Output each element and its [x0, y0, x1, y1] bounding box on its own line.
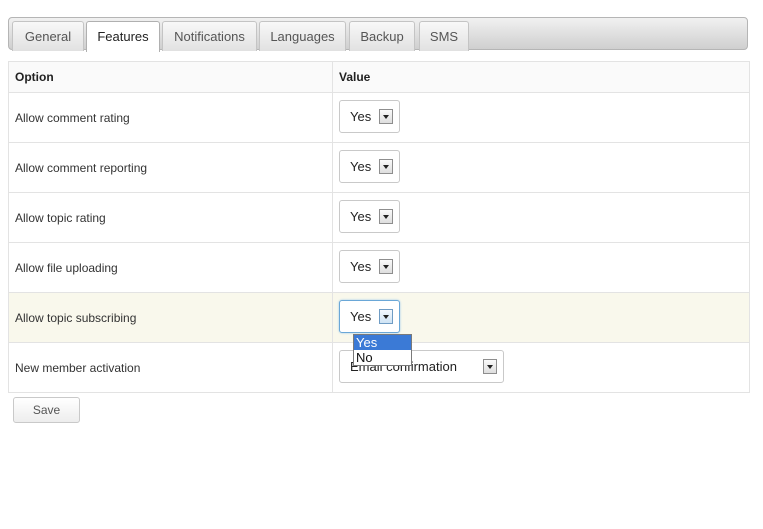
chevron-down-icon[interactable]	[379, 108, 393, 124]
table-header-row: Option Value	[8, 61, 750, 93]
chevron-down-icon[interactable]	[483, 358, 497, 374]
option-label: Allow comment reporting	[8, 142, 333, 193]
tab-bar: General Features Notifications Languages…	[8, 17, 748, 52]
select-value: Yes	[350, 208, 372, 224]
chevron-down-icon[interactable]	[379, 158, 393, 174]
tab-notifications[interactable]: Notifications	[162, 21, 257, 51]
table-row: Allow topic rating Yes	[8, 192, 750, 243]
column-header-value: Value	[332, 61, 750, 93]
select-value: Yes	[350, 308, 372, 324]
comment-reporting-select[interactable]: Yes	[339, 149, 400, 183]
option-value-cell: Yes	[332, 192, 750, 243]
tab-features[interactable]: Features	[86, 21, 160, 52]
table-row: Allow file uploading Yes	[8, 242, 750, 293]
option-label: Allow topic rating	[8, 192, 333, 243]
topic-subscribing-dropdown-list: Yes No	[353, 334, 412, 366]
option-label: Allow file uploading	[8, 242, 333, 293]
option-label: New member activation	[8, 342, 333, 393]
tab-backup[interactable]: Backup	[349, 21, 415, 51]
option-value-cell: Yes	[332, 242, 750, 293]
table-row: Allow comment rating Yes	[8, 92, 750, 143]
comment-rating-select[interactable]: Yes	[339, 99, 400, 133]
topic-rating-select[interactable]: Yes	[339, 199, 400, 233]
dropdown-option-no[interactable]: No	[354, 350, 411, 365]
topic-subscribing-select[interactable]: Yes	[339, 299, 400, 333]
option-label: Allow comment rating	[8, 92, 333, 143]
option-value-cell: Yes	[332, 142, 750, 193]
select-value: Yes	[350, 158, 372, 174]
tab-general[interactable]: General	[12, 21, 84, 51]
chevron-down-icon[interactable]	[379, 258, 393, 274]
select-value: Yes	[350, 258, 372, 274]
tab-sms[interactable]: SMS	[419, 21, 469, 51]
chevron-down-icon[interactable]	[379, 208, 393, 224]
file-uploading-select[interactable]: Yes	[339, 249, 400, 283]
option-label: Allow topic subscribing	[8, 292, 333, 343]
option-value-cell: Yes	[332, 92, 750, 143]
table-row: Allow comment reporting Yes	[8, 142, 750, 193]
dropdown-option-yes[interactable]: Yes	[354, 335, 411, 350]
chevron-down-icon[interactable]	[379, 308, 393, 324]
tab-languages[interactable]: Languages	[259, 21, 346, 51]
column-header-option: Option	[8, 61, 333, 93]
select-value: Yes	[350, 108, 372, 124]
save-button[interactable]: Save	[13, 397, 80, 423]
